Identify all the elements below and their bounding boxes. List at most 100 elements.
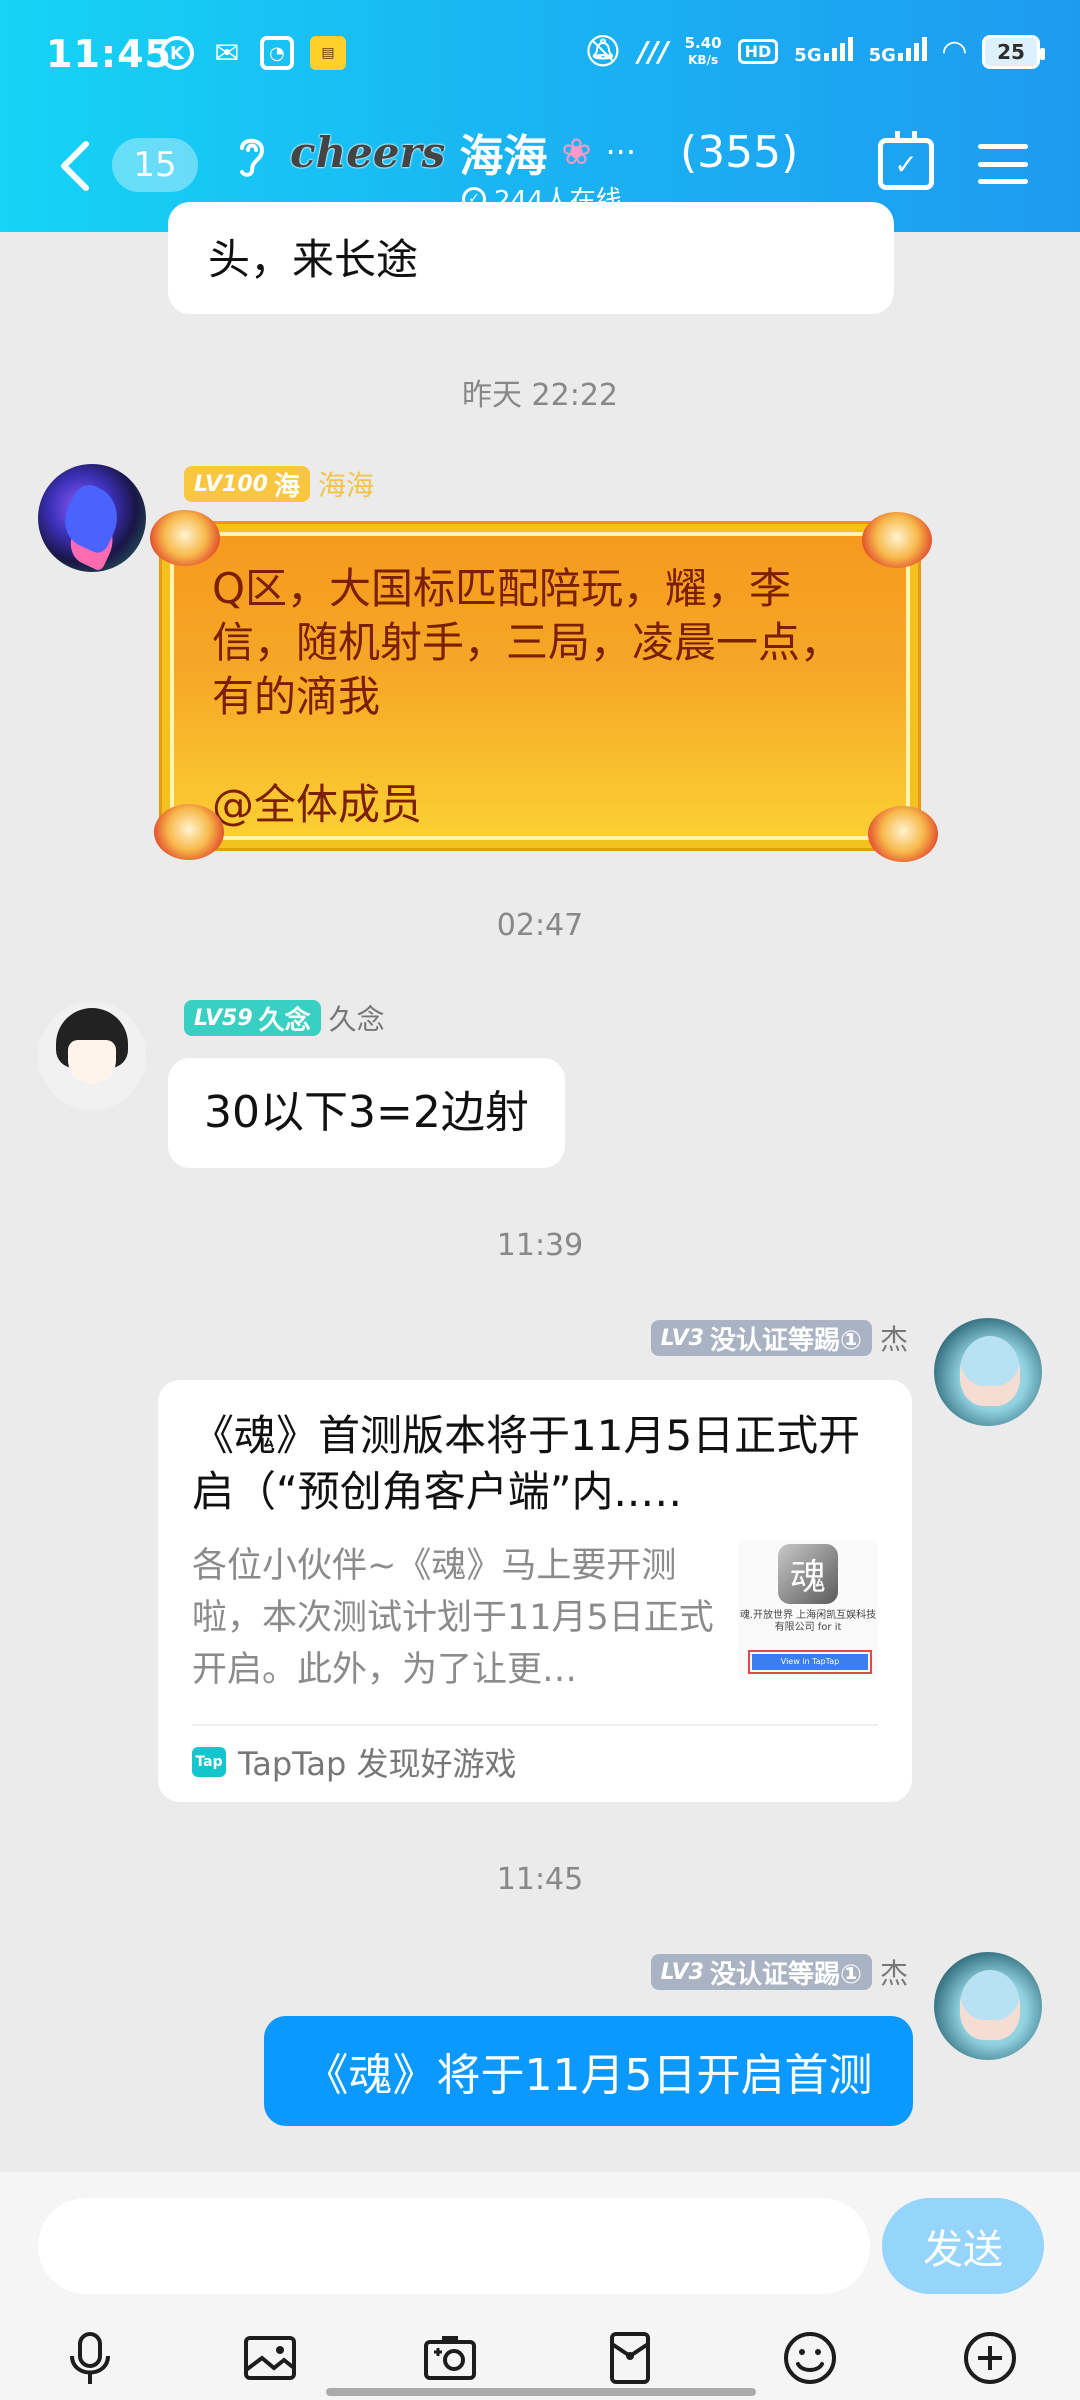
- timestamp: 02:47: [496, 908, 584, 943]
- link-card-source: Tap TapTap 发现好游戏: [192, 1726, 878, 1798]
- member-title: 没认证等踢①: [709, 1959, 862, 1990]
- red-packet-button[interactable]: [540, 2320, 720, 2396]
- plus-icon: [964, 2332, 1016, 2384]
- taptap-logo-icon: Tap: [192, 1747, 226, 1777]
- sender-nickname[interactable]: 久念: [329, 998, 385, 1038]
- status-right-icons: 🔕︎ /// 5.40 KB/s HD 5G 5G ◠ 25: [583, 34, 1045, 69]
- battery-icon: 25: [982, 34, 1045, 69]
- link-card-title: 《魂》首测版本将于11月5日正式开启（“预创角客户端”内..…: [192, 1411, 861, 1516]
- menu-button[interactable]: [978, 144, 1028, 184]
- sender-nickname[interactable]: 杰: [880, 1318, 908, 1358]
- camera-icon: [424, 2336, 476, 2380]
- unread-count-badge[interactable]: 15: [112, 138, 198, 192]
- message-bubble-previous[interactable]: 头，来长途: [168, 202, 894, 314]
- level-badge: LV3 没认证等踢①: [650, 1320, 872, 1356]
- level-label: LV3: [660, 1959, 704, 1985]
- sim1-signal: 5G: [794, 37, 853, 66]
- sender-info: LV59 久念 久念: [184, 998, 385, 1038]
- sender-nickname[interactable]: 杰: [880, 1952, 908, 1992]
- home-indicator[interactable]: [326, 2388, 756, 2396]
- image-button[interactable]: [180, 2320, 360, 2396]
- hd-icon: HD: [737, 39, 779, 64]
- camera-button[interactable]: [360, 2320, 540, 2396]
- bubble-ornament: [868, 806, 938, 862]
- wifi-icon: ◠: [942, 34, 966, 69]
- bubble-ornament: [150, 510, 220, 566]
- signal-logo-icon: ///: [637, 35, 669, 68]
- bubble-ornament: [154, 804, 224, 860]
- my-message-bubble[interactable]: 《魂》将于11月5日开启首测: [264, 2016, 913, 2126]
- menu-line: [978, 144, 1028, 149]
- link-card-description: 各位小伙伴~《魂》马上要开测啦，本次测试计划于11月5日正式开启。此外，为了让更…: [192, 1546, 714, 1690]
- member-title: 海: [273, 471, 300, 502]
- mute-bell-icon: 🔕︎: [583, 34, 622, 69]
- game-logo-icon: 魂: [778, 1544, 838, 1604]
- timestamp: 昨天 22:22: [462, 378, 618, 413]
- message-input[interactable]: [38, 2198, 870, 2294]
- message-bubble-fancy[interactable]: Q区，大国标匹配陪玩，耀，李信，随机射手，三局，凌晨一点，有的滴我 @全体成员: [150, 510, 938, 862]
- calendar-check-button[interactable]: ✓: [878, 131, 934, 190]
- ear-icon: [240, 138, 265, 177]
- input-toolbar: [0, 2320, 1080, 2396]
- link-card[interactable]: 《魂》首测版本将于11月5日正式开启（“预创角客户端”内..… 各位小伙伴~《魂…: [158, 1380, 912, 1802]
- ear-mode-icon[interactable]: [232, 132, 272, 190]
- calendar-check-icon: ✓: [894, 147, 918, 181]
- level-label: LV59: [194, 1005, 253, 1031]
- sender-info: LV100 海 海海: [184, 464, 374, 504]
- link-card-body: 各位小伙伴~《魂》马上要开测啦，本次测试计划于11月5日正式开启。此外，为了让更…: [192, 1540, 878, 1696]
- bubble-ornament: [862, 512, 932, 568]
- signal-bars-icon: [897, 37, 927, 61]
- group-title[interactable]: cheers 海海 ❀ ··· (355): [290, 120, 798, 184]
- net-speed: 5.40 KB/s: [685, 35, 722, 68]
- back-button[interactable]: [50, 136, 100, 196]
- emoji-button[interactable]: [720, 2320, 900, 2396]
- avatar-haihai[interactable]: [38, 464, 146, 572]
- member-count: (355): [680, 126, 799, 178]
- avatar-jie[interactable]: [934, 1318, 1042, 1426]
- status-time: 11:45: [46, 32, 172, 76]
- signal-bars-icon: [823, 37, 853, 61]
- level-badge: LV3 没认证等踢①: [650, 1954, 872, 1990]
- sim1-label: 5G: [794, 45, 822, 66]
- timestamp: 11:39: [496, 1228, 584, 1263]
- input-area: 发送: [0, 2172, 1080, 2400]
- k-app-icon: K: [160, 36, 194, 70]
- image-icon: [244, 2336, 296, 2380]
- sim2-signal: 5G: [869, 37, 927, 66]
- level-label: LV100: [194, 471, 268, 497]
- level-label: LV3: [660, 1325, 704, 1351]
- net-speed-unit: KB/s: [688, 53, 719, 67]
- voice-button[interactable]: [0, 2320, 180, 2396]
- group-name-prefix: cheers: [290, 127, 446, 177]
- level-badge: LV100 海: [184, 466, 310, 502]
- header: 11:45 K ✉ ◔ ▤ 🔕︎ /// 5.40 KB/s HD 5G 5G …: [0, 0, 1080, 232]
- menu-line: [978, 179, 1028, 184]
- app-notification-icon: ▤: [310, 36, 346, 70]
- chevron-left-icon: [61, 141, 89, 191]
- avatar-jie[interactable]: [934, 1952, 1042, 2060]
- avatar-jiunian[interactable]: [38, 1002, 146, 1110]
- sim2-label: 5G: [868, 45, 896, 66]
- mention-all[interactable]: @全体成员: [212, 778, 868, 832]
- battery-level: 25: [997, 39, 1025, 64]
- more-button[interactable]: [900, 2320, 1080, 2396]
- send-button[interactable]: 发送: [882, 2198, 1044, 2294]
- sakura-icon: ❀: [561, 131, 592, 173]
- red-packet-icon: [610, 2332, 650, 2384]
- emoji-icon: [784, 2332, 836, 2384]
- chat-area[interactable]: 头，来长途 昨天 22:22 LV100 海 海海 Q区，大国标匹配陪玩，耀，李信…: [0, 202, 1080, 2172]
- title-ellipsis: ···: [605, 133, 637, 171]
- menu-line: [978, 161, 1028, 167]
- message-bubble[interactable]: 30以下3=2边射: [168, 1058, 565, 1168]
- net-speed-value: 5.40: [684, 34, 722, 52]
- sender-nickname[interactable]: 海海: [318, 464, 374, 504]
- status-left-icons: K ✉ ◔ ▤: [160, 36, 346, 71]
- message-text: Q区，大国标匹配陪玩，耀，李信，随机射手，三局，凌晨一点，有的滴我: [212, 564, 843, 721]
- group-name: 海海: [459, 131, 548, 182]
- thumbnail-text: 魂.开放世界 上海闲凯互娱科技有限公司 for it: [739, 1610, 877, 1633]
- level-badge: LV59 久念: [184, 1000, 321, 1036]
- link-card-source-text: TapTap 发现好游戏: [238, 1745, 517, 1783]
- member-title: 没认证等踢①: [709, 1325, 862, 1356]
- sender-info: LV3 没认证等踢① 杰: [650, 1952, 908, 1992]
- timestamp: 11:45: [496, 1862, 584, 1897]
